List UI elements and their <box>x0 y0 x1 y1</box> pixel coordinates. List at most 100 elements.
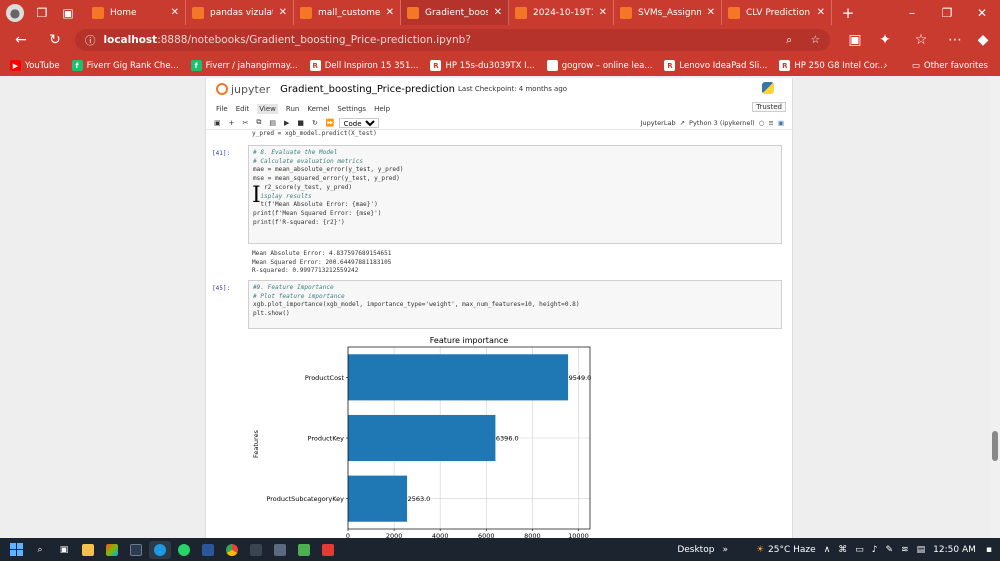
jupyter-logo[interactable]: jupyter <box>216 83 270 96</box>
copilot-icon[interactable]: ◆ <box>970 32 996 48</box>
favorites-icon[interactable]: ☆ <box>908 32 934 48</box>
kernel-name[interactable]: Python 3 (ipykernel) <box>689 119 755 127</box>
tab-close-icon[interactable]: ✕ <box>386 7 394 18</box>
trusted-badge[interactable]: Trusted <box>752 102 786 112</box>
volume-icon[interactable]: ♪ <box>872 545 878 555</box>
search-icon[interactable]: ⌕ <box>29 541 51 559</box>
colorful-app-icon[interactable] <box>101 541 123 559</box>
notification-icon[interactable]: ▪ <box>986 545 992 555</box>
bookmarks-overflow-icon[interactable]: › <box>884 61 887 71</box>
bookmark-item[interactable]: R HP 15s-du3039TX I... <box>424 60 540 71</box>
task-view-icon[interactable]: ▣ <box>53 541 75 559</box>
green-app-icon[interactable] <box>293 541 315 559</box>
file-explorer-icon[interactable] <box>77 541 99 559</box>
bookmark-item[interactable]: R Lenovo IdeaPad Sli... <box>658 60 773 71</box>
tab-close-icon[interactable]: ✕ <box>171 7 179 18</box>
browser-tab[interactable]: CLV Prediction ✕ <box>722 0 832 25</box>
workspaces-icon[interactable]: ❐ <box>34 5 50 21</box>
cell-type-select[interactable]: Code <box>338 117 379 128</box>
bookmark-item[interactable]: ◎ gogrow – online lea... <box>541 60 659 71</box>
browser-tab[interactable]: Home ✕ <box>86 0 186 25</box>
browser-tab[interactable]: mall_customer_ ✕ <box>294 0 401 25</box>
favorite-star-icon[interactable]: ☆ <box>811 34 820 46</box>
menu-kernel[interactable]: Kernel <box>307 105 329 113</box>
browser-tab[interactable]: SVMs_Assignme ✕ <box>614 0 722 25</box>
tab-close-icon[interactable]: ✕ <box>279 7 287 18</box>
other-favorites[interactable]: ▭ Other favorites <box>906 61 994 71</box>
bookmark-item[interactable]: f Fiverr / jahangirmay... <box>185 60 304 71</box>
extension-icon[interactable]: ▣ <box>842 32 868 48</box>
page-scrollbar[interactable] <box>990 76 1000 538</box>
tray-overflow-icon[interactable]: ∧ <box>824 545 831 555</box>
code-line: t(f'Mean Absolute Error: {mae}') <box>253 201 378 209</box>
menu-view[interactable]: View <box>257 104 278 114</box>
run-icon[interactable]: ▶ <box>284 119 289 127</box>
refresh-icon[interactable]: ↻ <box>42 32 68 48</box>
copy-icon[interactable]: ⧉ <box>256 118 261 127</box>
code-cell-feature-importance[interactable]: #9. Feature Importance # Plot feature imp… <box>248 280 782 329</box>
address-bar[interactable]: ⓘ localhost :8888/notebooks/Gradient_boo… <box>75 29 830 51</box>
notebook-title[interactable]: Gradient_boosting_Price-prediction <box>280 84 455 95</box>
code-cell-evaluate[interactable]: # 8. Evaluate the Model # Calculate evalu… <box>248 145 782 244</box>
notebook-settings-icon[interactable]: ≡ <box>768 119 773 127</box>
jupyterlab-link[interactable]: JupyterLab <box>641 119 676 127</box>
chevron-right-icon[interactable]: » <box>722 545 728 555</box>
tab-close-icon[interactable]: ✕ <box>599 7 607 18</box>
menu-edit[interactable]: Edit <box>236 105 250 113</box>
search-icon[interactable]: ⌕ <box>786 34 792 47</box>
scrollbar-thumb[interactable] <box>992 431 998 461</box>
tab-close-icon[interactable]: ✕ <box>494 7 502 18</box>
pen-icon[interactable]: ✎ <box>886 545 894 555</box>
clock[interactable]: 12:50 AM <box>933 545 976 555</box>
paste-icon[interactable]: ▤ <box>269 119 276 127</box>
insert-cell-icon[interactable]: + <box>229 119 235 127</box>
menu-run[interactable]: Run <box>286 105 299 113</box>
desktop-label[interactable]: Desktop <box>677 545 714 555</box>
profile-avatar-icon[interactable]: ● <box>6 3 24 22</box>
tab-favicon-icon <box>728 6 740 19</box>
menu-file[interactable]: File <box>216 105 228 113</box>
browser-tab[interactable]: pandas vizulatio ✕ <box>186 0 294 25</box>
tab-close-icon[interactable]: ✕ <box>817 7 825 18</box>
more-menu-icon[interactable]: ⋯ <box>942 32 968 48</box>
browser-tab[interactable]: Gradient_boosti ✕ <box>401 0 509 25</box>
bookmark-item[interactable]: R HP 250 G8 Intel Cor... <box>773 60 891 71</box>
start-button[interactable] <box>5 541 27 559</box>
whatsapp-icon[interactable] <box>173 541 195 559</box>
bookmark-item[interactable]: ▶ YouTube <box>4 60 66 71</box>
restart-run-all-icon[interactable]: ⏩ <box>326 119 335 127</box>
keyboard-icon[interactable]: ▤ <box>917 545 926 555</box>
bookmark-item[interactable]: R Dell Inspiron 15 351... <box>304 60 425 71</box>
new-tab-icon[interactable]: + <box>840 4 856 22</box>
restart-icon[interactable]: ↻ <box>312 119 318 127</box>
browser-tab[interactable]: 2024-10-19T16 ✕ <box>509 0 614 25</box>
save-icon[interactable]: ▣ <box>214 119 221 127</box>
edge-icon[interactable] <box>149 540 171 559</box>
battery-icon[interactable]: ▭ <box>855 545 864 555</box>
weather-text[interactable]: 25°C Haze <box>768 545 816 555</box>
code-line: mae = mean_absolute_error(y_test, y_pred… <box>253 166 404 174</box>
close-window-icon[interactable]: ✕ <box>974 5 990 21</box>
tab-actions-icon[interactable]: ▣ <box>60 5 76 21</box>
red-app-icon[interactable] <box>317 541 339 559</box>
info-icon[interactable]: ⓘ <box>85 33 96 48</box>
weather-icon[interactable]: ☀ <box>756 545 764 555</box>
chrome-icon[interactable] <box>221 541 243 559</box>
stop-icon[interactable]: ■ <box>297 119 304 127</box>
back-icon[interactable]: ← <box>8 32 34 48</box>
word-icon[interactable] <box>197 541 219 559</box>
menu-help[interactable]: Help <box>374 105 390 113</box>
restore-icon[interactable]: ❐ <box>939 5 955 21</box>
cut-icon[interactable]: ✂ <box>243 119 249 127</box>
tab-close-icon[interactable]: ✕ <box>707 7 715 18</box>
paint-app-icon[interactable] <box>125 541 147 559</box>
minimize-icon[interactable]: – <box>904 5 920 21</box>
network-icon[interactable]: ⌘ <box>838 545 847 555</box>
bar-ProductKey <box>348 414 496 462</box>
terminal-icon[interactable] <box>245 541 267 559</box>
photos-icon[interactable] <box>269 541 291 559</box>
wifi-icon[interactable]: ≋ <box>901 545 909 555</box>
menu-settings[interactable]: Settings <box>337 105 366 113</box>
extensions-puzzle-icon[interactable]: ✦ <box>872 32 898 48</box>
bookmark-item[interactable]: f Fiverr Gig Rank Che... <box>66 60 185 71</box>
